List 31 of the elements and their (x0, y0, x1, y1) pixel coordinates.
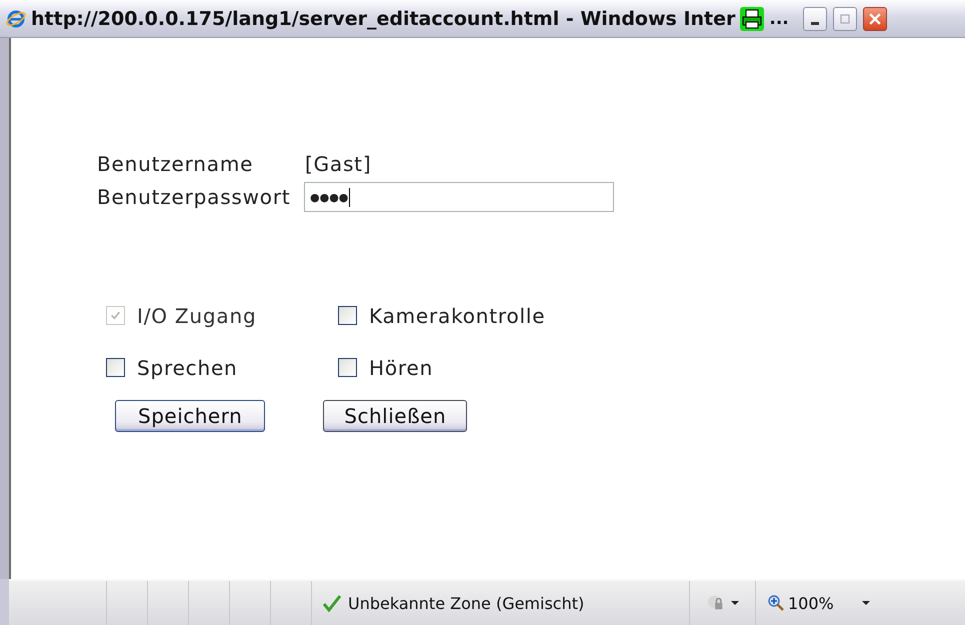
maximize-button[interactable] (832, 6, 857, 30)
dropdown-arrow-icon[interactable] (730, 601, 738, 605)
username-value: [Gast] (305, 152, 372, 176)
close-button[interactable] (862, 6, 887, 30)
checkbox-label: Kamerakontrolle (369, 304, 546, 328)
check-icon (322, 593, 342, 613)
zone-text: Unbekannte Zone (Gemischt) (348, 594, 584, 612)
checkmark-icon (110, 310, 121, 321)
save-button[interactable]: Speichern (115, 400, 266, 432)
checkbox-label: I/O Zugang (137, 304, 256, 328)
checkbox-label: Hören (369, 356, 434, 380)
checkbox-label: Sprechen (137, 356, 238, 380)
lock-icon[interactable] (706, 594, 724, 612)
title-ellipsis: ... (769, 8, 789, 28)
browser-logo-icon (6, 8, 26, 28)
password-field[interactable]: ●●●● (304, 182, 614, 212)
zoom-icon[interactable] (768, 595, 784, 611)
checkbox[interactable] (338, 306, 357, 325)
dropdown-arrow-icon[interactable] (862, 601, 870, 605)
maximize-icon (840, 14, 850, 24)
close-dialog-button[interactable]: Schließen (323, 400, 468, 432)
zoom-level[interactable]: 100% (788, 594, 834, 612)
window-title: http://200.0.0.175/lang1/server_editaccount.html - Windows Inter (31, 8, 736, 30)
printer-icon[interactable] (740, 6, 764, 30)
close-icon (868, 12, 881, 24)
checkbox[interactable] (106, 358, 125, 377)
username-label: Benutzername (97, 152, 254, 176)
minimize-icon (810, 22, 819, 24)
password-label: Benutzerpasswort (97, 185, 292, 209)
checkbox[interactable] (338, 358, 357, 377)
minimize-button[interactable] (802, 6, 827, 30)
